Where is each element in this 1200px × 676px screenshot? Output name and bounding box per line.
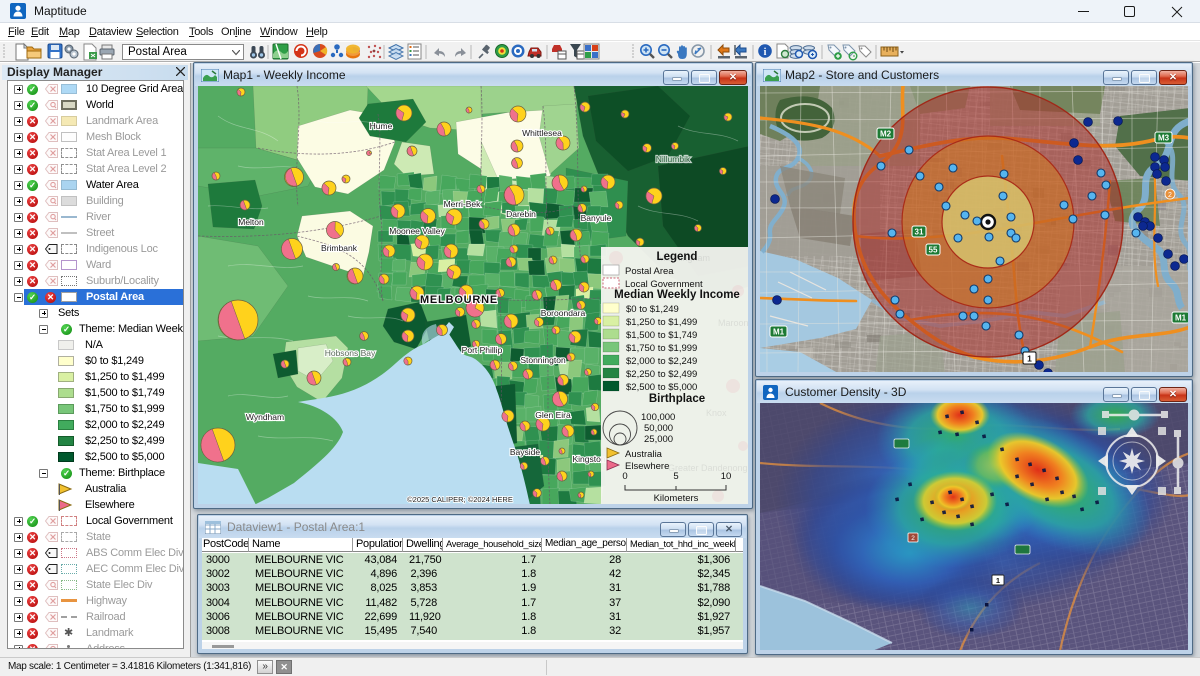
svg-text:Wyndham: Wyndham — [246, 412, 284, 422]
svg-text:2: 2 — [1168, 192, 1172, 199]
svg-text:Port Phillip: Port Phillip — [462, 345, 503, 355]
svg-text:Whittlesea: Whittlesea — [522, 128, 562, 138]
svg-text:Australia: Australia — [625, 449, 663, 460]
svg-text:Birthplace: Birthplace — [649, 393, 705, 405]
svg-text:31: 31 — [915, 228, 924, 237]
svg-text:Elsewhere: Elsewhere — [625, 461, 669, 472]
svg-text:Banyule: Banyule — [581, 213, 612, 223]
svg-text:Darebin: Darebin — [506, 209, 536, 219]
svg-text:25,000: 25,000 — [644, 434, 673, 445]
svg-text:Kilometers: Kilometers — [654, 493, 699, 504]
svg-text:$2,500 to $5,000: $2,500 to $5,000 — [626, 382, 697, 393]
svg-text:$1,500 to $1,749: $1,500 to $1,749 — [626, 330, 697, 341]
svg-text:Postal Area: Postal Area — [625, 266, 674, 277]
svg-text:Merri-Bek: Merri-Bek — [444, 199, 482, 209]
svg-text:1: 1 — [1027, 354, 1032, 364]
svg-text:5: 5 — [673, 471, 678, 482]
svg-text:Greater Dandenong: Greater Dandenong — [668, 463, 748, 473]
svg-text:0: 0 — [622, 471, 627, 482]
svg-text:Nillumbik: Nillumbik — [656, 154, 691, 164]
svg-text:M2: M2 — [880, 130, 892, 139]
svg-text:i: i — [764, 47, 767, 58]
svg-text:Brimbank: Brimbank — [321, 243, 358, 253]
svg-text:$1,750 to $1,999: $1,750 to $1,999 — [626, 343, 697, 354]
svg-text:10: 10 — [721, 471, 732, 482]
svg-text:55: 55 — [929, 246, 938, 255]
svg-text:MELBOURNE: MELBOURNE — [420, 294, 498, 306]
svg-text:Maroon: Maroon — [718, 318, 748, 328]
svg-text:Melton: Melton — [238, 217, 264, 227]
svg-text:2: 2 — [911, 535, 915, 542]
svg-text:M1: M1 — [1175, 314, 1187, 323]
svg-text:Knox: Knox — [706, 408, 727, 418]
svg-text:$1,250 to $1,499: $1,250 to $1,499 — [626, 317, 697, 328]
svg-text:1: 1 — [996, 576, 1000, 585]
svg-text:100,000: 100,000 — [641, 412, 675, 423]
svg-text:Kingston: Kingston — [572, 454, 605, 464]
svg-text:Bayside: Bayside — [510, 447, 541, 457]
svg-text:Hobsons Bay: Hobsons Bay — [325, 348, 376, 358]
svg-text:M3: M3 — [1158, 134, 1170, 143]
svg-text:Legend: Legend — [657, 251, 698, 263]
svg-text:$0 to $1,249: $0 to $1,249 — [626, 304, 679, 315]
svg-text:$2,250 to $2,499: $2,250 to $2,499 — [626, 369, 697, 380]
svg-text:Glen Eira: Glen Eira — [535, 410, 571, 420]
svg-text:Stonnington: Stonnington — [520, 355, 566, 365]
svg-text:Hume: Hume — [370, 121, 393, 131]
svg-text:M1: M1 — [773, 328, 785, 337]
svg-text:50,000: 50,000 — [644, 423, 673, 434]
svg-text:Moonee Valley: Moonee Valley — [389, 226, 445, 236]
svg-text:$2,000 to $2,249: $2,000 to $2,249 — [626, 356, 697, 367]
svg-text:Median Weekly Income: Median Weekly Income — [614, 289, 740, 301]
svg-text:Boroondara: Boroondara — [541, 308, 586, 318]
svg-text:©2025 CALIPER; ©2024 HERE: ©2025 CALIPER; ©2024 HERE — [407, 495, 513, 504]
